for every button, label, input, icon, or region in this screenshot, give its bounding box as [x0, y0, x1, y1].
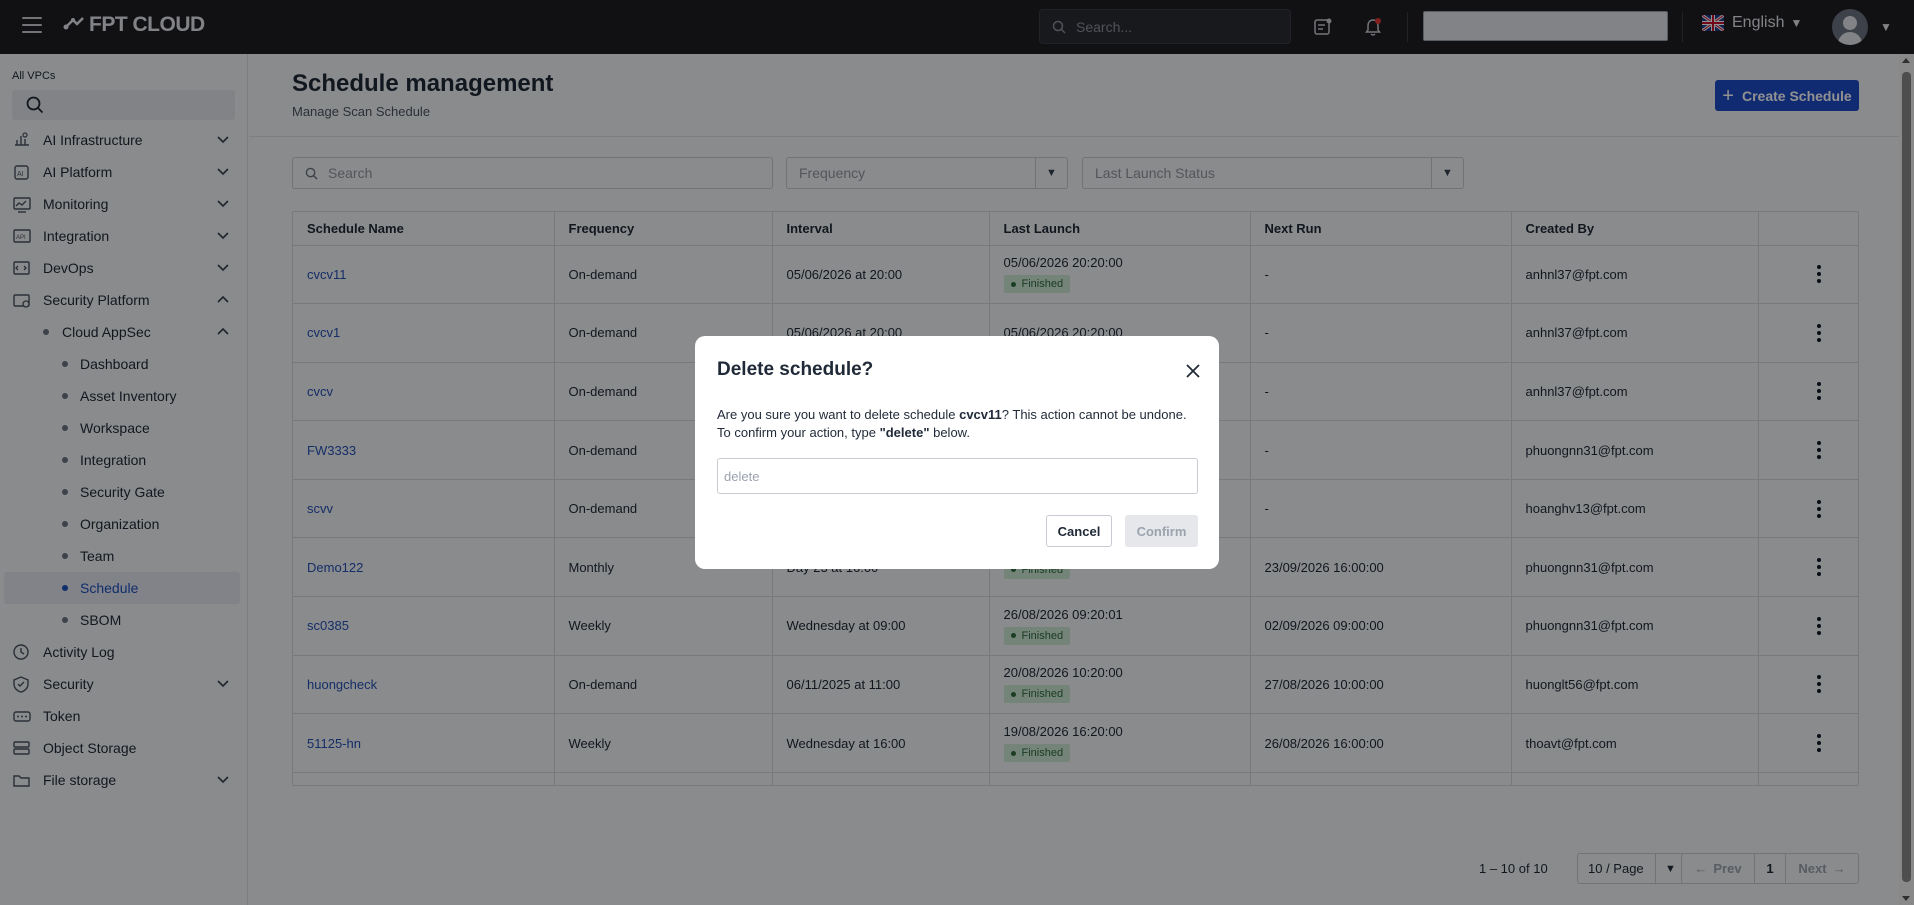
delete-confirm-input[interactable]	[717, 458, 1198, 494]
confirm-button[interactable]: Confirm	[1125, 515, 1198, 547]
cancel-button[interactable]: Cancel	[1046, 515, 1112, 547]
dialog-message: Are you sure you want to delete schedule…	[717, 406, 1202, 442]
message-prefix: Are you sure you want to delete schedule	[717, 407, 960, 422]
confirm-instruction-prefix: To confirm your action, type	[717, 425, 880, 440]
schedule-name: cvcv11	[959, 407, 1002, 422]
delete-schedule-dialog: Delete schedule? Are you sure you want t…	[695, 336, 1219, 569]
message-suffix: ? This action cannot be undone.	[1001, 407, 1187, 422]
confirm-instruction-suffix: below.	[929, 425, 970, 440]
dialog-title: Delete schedule?	[717, 359, 874, 380]
confirm-word: "delete"	[879, 425, 930, 440]
close-icon[interactable]	[1185, 363, 1201, 379]
